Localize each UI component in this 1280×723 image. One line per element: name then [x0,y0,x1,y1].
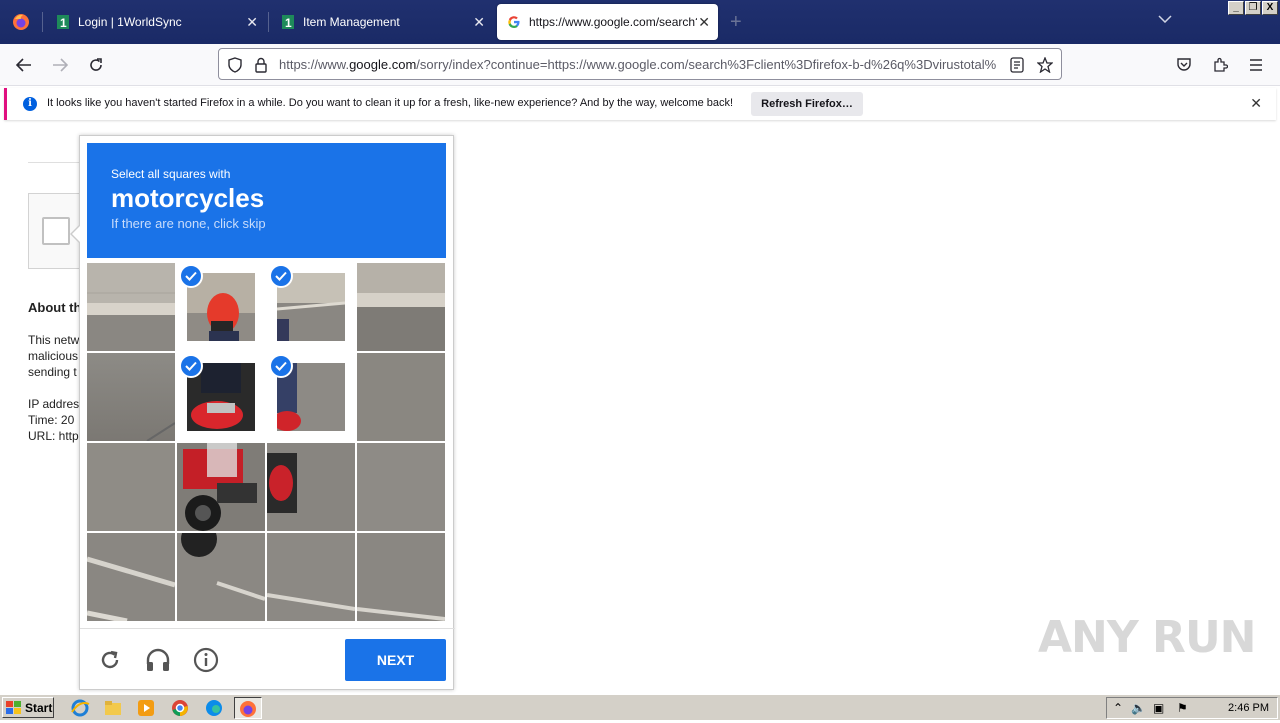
action-center-flag-icon[interactable]: ⚑ [1177,701,1188,715]
padlock-icon[interactable] [251,55,271,75]
1worldsync-favicon-icon: 1 [56,15,70,29]
captcha-tile[interactable] [267,443,355,531]
url-prefix: https://www. [279,57,350,72]
svg-text:1: 1 [285,16,292,29]
list-all-tabs-icon[interactable] [1158,12,1172,26]
svg-text:1: 1 [60,16,67,29]
close-tab-icon[interactable]: ✕ [698,14,710,31]
tab-label: https://www.google.com/search?c [529,15,697,29]
captcha-tile[interactable] [357,263,445,351]
checkmark-icon [179,354,203,378]
notification-text: It looks like you haven't started Firefo… [47,97,734,109]
captcha-image-grid [87,263,446,622]
bookmark-star-icon[interactable] [1035,55,1055,75]
tab-separator [42,12,43,32]
captcha-tile[interactable] [87,353,175,441]
taskbar: Start ⌃ 🔈 ▣ ⚑ 2:46 PM [0,694,1280,720]
minimize-button[interactable]: _ [1228,1,1244,15]
next-button[interactable]: NEXT [345,639,446,681]
about-text-line: This netw [28,333,80,347]
close-window-button[interactable]: X [1262,1,1278,15]
captcha-instruction: Select all squares with [111,167,231,181]
notification-bar: i It looks like you haven't started Fire… [4,88,1276,120]
checkmark-icon [179,264,203,288]
forward-arrow-icon[interactable] [47,53,73,77]
ip-address-line: IP addres [28,397,80,411]
help-info-icon[interactable] [192,646,220,674]
audio-challenge-headphones-icon[interactable] [144,646,172,674]
tab-item-management[interactable]: 1 Item Management ✕ [271,4,493,40]
tracking-protection-shield-icon[interactable] [225,55,245,75]
captcha-tile[interactable] [87,443,175,531]
start-label: Start [25,700,53,715]
captcha-tile[interactable] [87,533,175,621]
about-text-line: malicious [28,349,79,363]
media-player-icon[interactable] [136,698,156,718]
google-favicon-icon [507,15,521,29]
captcha-target: motorcycles [111,183,265,213]
url-text[interactable]: https://www.google.com/sorry/index?conti… [279,57,1003,72]
taskbar-firefox-active[interactable] [234,697,262,719]
windows-logo-icon [6,700,21,714]
navigation-toolbar: https://www.google.com/sorry/index?conti… [0,44,1280,86]
tab-login-1worldsync[interactable]: 1 Login | 1WorldSync ✕ [46,4,266,40]
anyrun-watermark: ANY RUN [1038,612,1256,663]
time-line: Time: 20 [28,413,75,427]
captcha-footer: NEXT [80,628,455,690]
captcha-tile[interactable] [267,533,355,621]
close-tab-icon[interactable]: ✕ [246,14,258,31]
captcha-header: Select all squares with motorcycles If t… [87,143,446,258]
new-tab-icon[interactable]: + [730,12,742,32]
url-path: /sorry/index?continue=https://www.google… [416,57,997,72]
checkmark-icon [269,264,293,288]
reload-icon[interactable] [83,53,109,77]
captcha-tile[interactable] [357,533,445,621]
url-domain: google.com [349,57,417,72]
popup-arrow-inner [72,225,81,243]
restore-button[interactable]: ❐ [1245,1,1261,15]
about-heading: About th [28,300,82,315]
url-line: URL: http [28,429,79,443]
recaptcha-checkbox[interactable] [42,217,70,245]
window-controls: _ ❐ X [1228,1,1278,15]
back-arrow-icon[interactable] [11,53,37,77]
chrome-icon[interactable] [170,698,190,718]
reader-view-icon[interactable] [1007,55,1027,75]
hamburger-menu-icon[interactable] [1243,53,1269,77]
internet-explorer-icon[interactable] [70,698,90,718]
tab-separator [268,12,269,32]
url-bar[interactable]: https://www.google.com/sorry/index?conti… [218,48,1062,80]
tab-google-search[interactable]: https://www.google.com/search?c ✕ [497,4,718,40]
captcha-hint: If there are none, click skip [111,216,266,231]
close-tab-icon[interactable]: ✕ [473,14,485,31]
firefox-icon [240,701,256,717]
file-explorer-icon[interactable] [103,698,123,718]
1worldsync-favicon-icon: 1 [281,15,295,29]
clock[interactable]: 2:46 PM [1228,702,1269,714]
tab-label: Login | 1WorldSync [78,15,182,29]
captcha-tile[interactable] [177,443,265,531]
refresh-firefox-button[interactable]: Refresh Firefox… [751,92,863,116]
captcha-challenge: Select all squares with motorcycles If t… [70,135,455,690]
info-icon: i [23,97,37,111]
network-icon[interactable]: ▣ [1153,701,1164,715]
checkmark-icon [269,354,293,378]
about-text-line: sending t [28,365,77,379]
captcha-tile[interactable] [87,263,175,351]
pocket-icon[interactable] [1171,53,1197,77]
captcha-tile[interactable] [357,443,445,531]
captcha-tile[interactable] [177,533,265,621]
reload-challenge-icon[interactable] [96,646,124,674]
show-hidden-icons-icon[interactable]: ⌃ [1113,701,1123,715]
close-icon[interactable]: ✕ [1250,95,1262,112]
volume-icon[interactable]: 🔈 [1131,701,1146,715]
tab-strip: 1 Login | 1WorldSync ✕ 1 Item Management… [0,0,1280,44]
captcha-tile[interactable] [357,353,445,441]
system-tray: ⌃ 🔈 ▣ ⚑ 2:46 PM [1106,697,1278,719]
edge-icon[interactable] [204,698,224,718]
tab-label: Item Management [303,15,400,29]
start-button[interactable]: Start [2,697,54,718]
firefox-menu-icon[interactable] [0,0,42,44]
extensions-puzzle-icon[interactable] [1207,53,1233,77]
